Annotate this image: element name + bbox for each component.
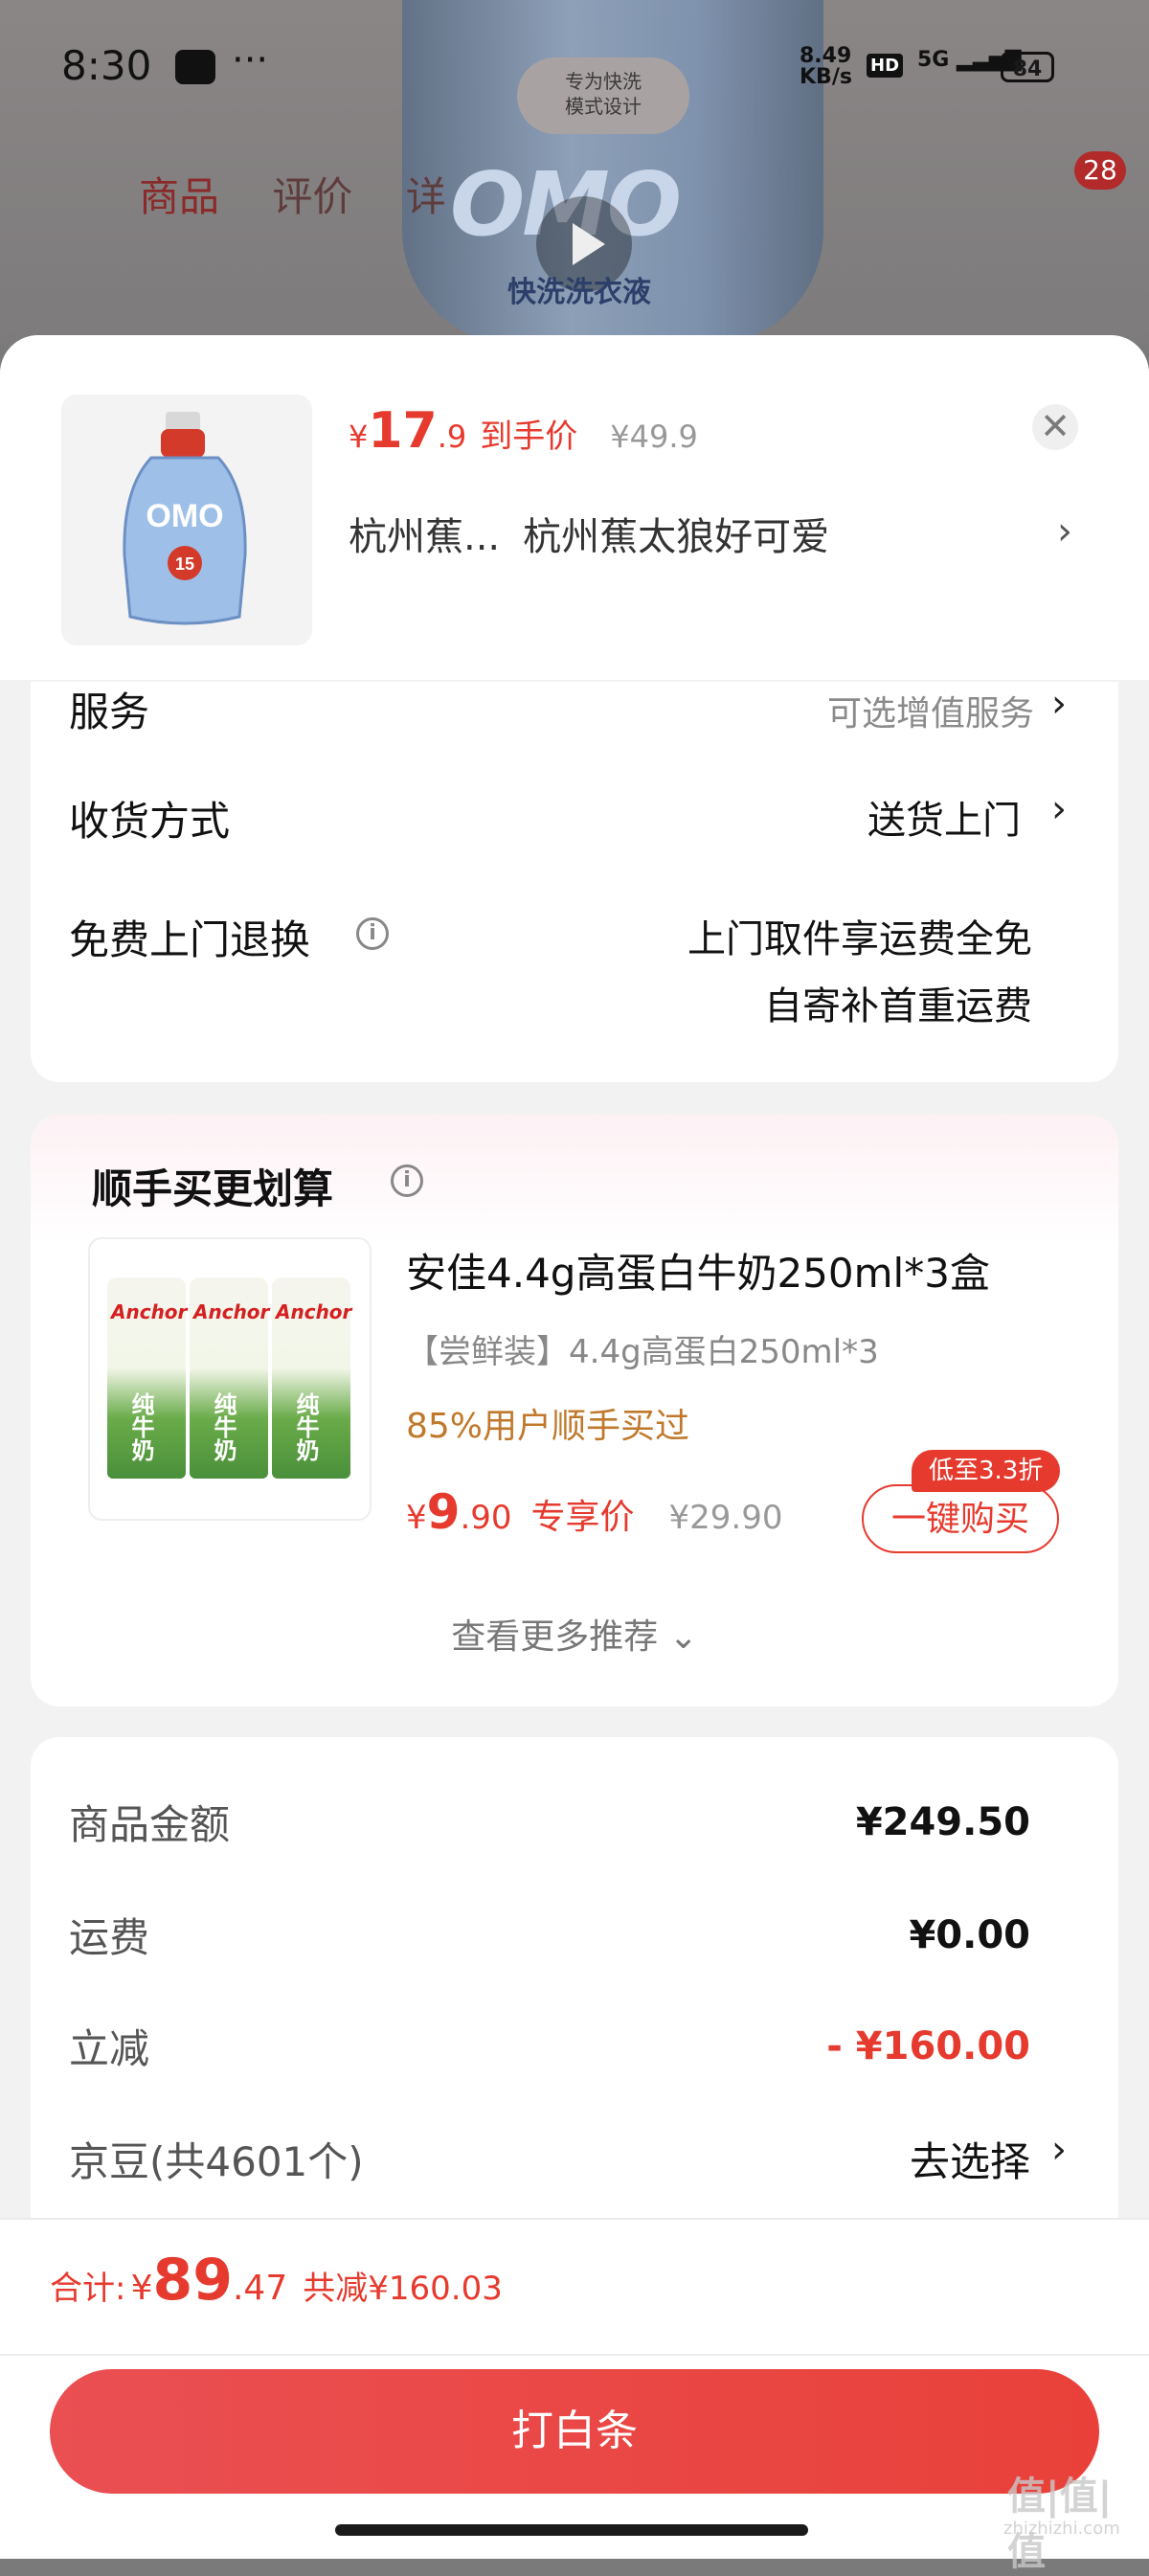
- spec-short: 杭州蕉...: [349, 515, 501, 559]
- summary-label-discount: 立减: [69, 2025, 150, 2072]
- recording-icon: [175, 50, 215, 84]
- upsell-price-decimal: .90: [460, 1499, 512, 1537]
- tab-details[interactable]: 详: [406, 173, 446, 220]
- upsell-price-row: ¥9.90 专享价 ¥29.90: [406, 1484, 783, 1540]
- chevron-right-icon[interactable]: ›: [1051, 787, 1067, 831]
- milk-carton: Anchor 纯牛奶: [190, 1277, 270, 1479]
- chevron-right-icon[interactable]: ›: [1051, 682, 1067, 726]
- free-return-label: 免费上门退换: [69, 916, 311, 963]
- pay-with-baitiao-button[interactable]: 打白条: [50, 2369, 1099, 2494]
- upsell-price-label: 专享价: [530, 1498, 635, 1537]
- milk-carton: Anchor 纯牛奶: [272, 1277, 352, 1479]
- product-tabs: 商品 评价 详: [139, 165, 486, 223]
- summary-value-discount: - ¥160.00: [826, 2024, 1030, 2068]
- divider: [0, 2354, 1149, 2356]
- tab-reviews[interactable]: 评价: [272, 173, 352, 220]
- network-speed-value: 8.49: [800, 44, 852, 68]
- total-integer: 89: [152, 2247, 233, 2314]
- price-decimal: .9: [437, 418, 467, 455]
- summary-label-jingdou: 京豆(共4601个): [69, 2138, 364, 2185]
- network-speed-unit: KB/s: [800, 65, 852, 89]
- upsell-buyers-note: 85%用户顺手买过: [406, 1407, 690, 1446]
- price-symbol: ¥: [349, 418, 369, 455]
- delivery-label: 收货方式: [69, 798, 231, 845]
- price-label: 到手价: [480, 418, 578, 456]
- svg-text:15: 15: [175, 554, 194, 574]
- total-symbol: ¥: [130, 2269, 153, 2308]
- free-return-line1: 上门取件享运费全免: [687, 917, 1032, 961]
- total-label: 合计:: [50, 2270, 126, 2308]
- watermark-url: zhizhizhi.com: [1003, 2519, 1120, 2539]
- upsell-product-spec: 【尝鲜装】4.4g高蛋白250ml*3: [406, 1333, 879, 1371]
- hd-icon: HD: [867, 54, 904, 78]
- upsell-price-symbol: ¥: [406, 1499, 427, 1537]
- upsell-original-price: ¥29.90: [668, 1499, 783, 1537]
- svg-text:OMO: OMO: [146, 498, 223, 534]
- one-click-buy-button[interactable]: 一键购买: [862, 1484, 1059, 1553]
- carton-text: 纯牛奶: [292, 1392, 319, 1461]
- more-recommendations-link[interactable]: 查看更多推荐 ⌄: [0, 1609, 1149, 1659]
- upsell-product-name[interactable]: 安佳4.4g高蛋白牛奶250ml*3盒: [406, 1241, 990, 1299]
- info-icon[interactable]: i: [356, 917, 389, 950]
- status-more-icon: ···: [232, 38, 269, 82]
- upsell-price-integer: 9: [426, 1484, 461, 1540]
- hero-subtitle: 快洗洗衣液: [507, 276, 651, 309]
- order-total: 合计: ¥89.47 共减¥160.03: [50, 2247, 503, 2314]
- delivery-value[interactable]: 送货上门: [747, 789, 1021, 845]
- free-return-line2: 自寄补首重运费: [764, 984, 1032, 1028]
- home-indicator[interactable]: [335, 2524, 808, 2536]
- carton-brand: Anchor: [276, 1300, 352, 1323]
- summary-value-shipping: ¥0.00: [909, 1913, 1030, 1957]
- jingdou-select[interactable]: 去选择: [670, 2130, 1030, 2188]
- service-label: 服务: [69, 689, 150, 735]
- spec-full: 杭州蕉太狼好可爱: [523, 515, 830, 559]
- network-type: 5G: [917, 48, 950, 72]
- cart-count-badge[interactable]: 28: [1074, 151, 1126, 190]
- carton-text: 纯牛奶: [210, 1392, 237, 1461]
- discount-tag: 低至3.3折: [912, 1450, 1061, 1492]
- service-value[interactable]: 可选增值服务: [747, 686, 1034, 735]
- summary-value-subtotal: ¥249.50: [855, 1800, 1030, 1844]
- carton-brand: Anchor: [111, 1300, 188, 1323]
- detergent-bottle-image: OMO 15: [123, 412, 247, 625]
- upsell-title: 顺手买更划算: [92, 1165, 334, 1212]
- total-decimal: .47: [232, 2269, 288, 2308]
- price-integer: 17: [368, 402, 438, 460]
- summary-label-subtotal: 商品金额: [69, 1801, 231, 1848]
- summary-label-shipping: 运费: [69, 1914, 150, 1961]
- selected-spec[interactable]: 杭州蕉... 杭州蕉太狼好可爱: [349, 506, 829, 561]
- milk-carton: Anchor 纯牛奶: [107, 1277, 188, 1479]
- network-speed: 8.49 KB/s: [800, 46, 852, 88]
- tab-product[interactable]: 商品: [139, 173, 219, 220]
- info-icon[interactable]: i: [391, 1164, 423, 1197]
- battery-icon: 84: [1001, 52, 1054, 82]
- carton-text: 纯牛奶: [127, 1392, 154, 1461]
- carton-brand: Anchor: [193, 1300, 270, 1323]
- close-icon[interactable]: ✕: [1032, 404, 1078, 450]
- milk-product-image[interactable]: Anchor 纯牛奶 Anchor 纯牛奶 Anchor 纯牛奶: [88, 1237, 372, 1521]
- chevron-right-icon[interactable]: ›: [1057, 509, 1072, 554]
- chevron-right-icon[interactable]: ›: [1051, 2128, 1067, 2172]
- product-price-row: ¥17.9 到手价 ¥49.9: [349, 402, 698, 460]
- original-price: ¥49.9: [610, 418, 698, 455]
- total-saving: 共减¥160.03: [303, 2270, 503, 2308]
- status-time: 8:30: [61, 42, 152, 89]
